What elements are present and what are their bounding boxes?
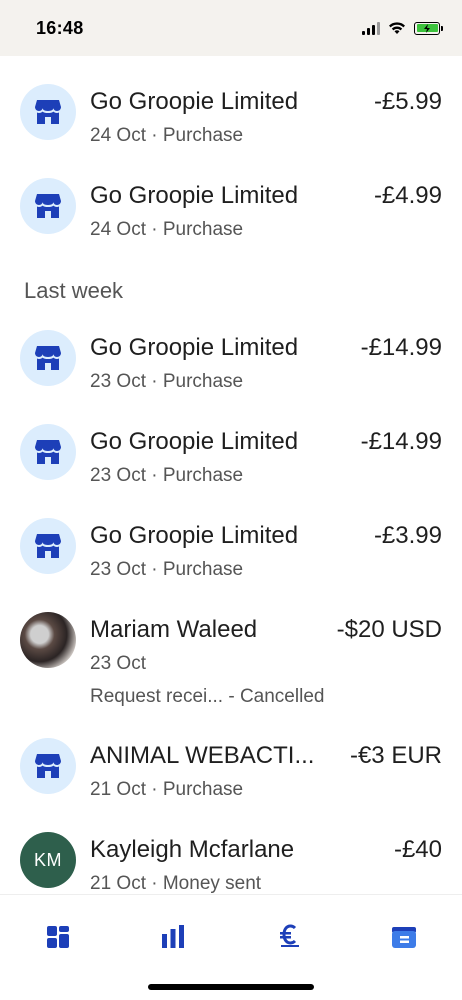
store-icon <box>20 424 76 480</box>
dashboard-icon <box>47 926 69 948</box>
merchant-name: Go Groopie Limited <box>90 182 299 209</box>
transaction-meta: 24 Oct · Purchase <box>90 219 244 240</box>
transaction-meta: 24 Oct · Purchase <box>90 125 244 146</box>
tab-insights[interactable] <box>153 921 193 953</box>
store-icon <box>20 330 76 386</box>
chart-icon <box>162 925 184 948</box>
transaction-row[interactable]: Go Groopie Limited -£3.99 23 Oct · Purch… <box>0 490 462 580</box>
transaction-amount: -£40 <box>393 836 442 863</box>
tab-payments[interactable] <box>270 921 310 953</box>
contact-name: Mariam Waleed <box>90 616 258 643</box>
transaction-meta: 23 Oct · Purchase <box>90 371 244 392</box>
merchant-name: Go Groopie Limited <box>90 522 299 549</box>
transaction-amount: -£4.99 <box>373 182 442 209</box>
store-icon <box>20 738 76 794</box>
transaction-row[interactable]: Go Groopie Limited -£14.99 23 Oct · Purc… <box>0 302 462 392</box>
merchant-name: Go Groopie Limited <box>90 428 299 455</box>
transaction-amount: -£14.99 <box>360 334 442 361</box>
transaction-meta: 23 Oct <box>90 653 146 674</box>
transaction-row[interactable]: Go Groopie Limited -£5.99 24 Oct · Purch… <box>0 56 462 146</box>
transaction-amount: -£3.99 <box>373 522 442 549</box>
home-indicator <box>148 984 314 990</box>
currency-icon <box>280 924 299 947</box>
store-icon <box>20 518 76 574</box>
transaction-meta: 23 Oct · Purchase <box>90 559 244 580</box>
contact-photo-avatar <box>20 612 76 668</box>
transaction-row[interactable]: Mariam Waleed -$20 USD 23 Oct Request re… <box>0 584 462 707</box>
transaction-list: Go Groopie Limited -£5.99 24 Oct · Purch… <box>0 56 462 894</box>
transaction-meta: 21 Oct · Money sent <box>90 873 262 894</box>
wallet-icon <box>392 927 416 948</box>
store-icon <box>20 84 76 140</box>
merchant-name: Go Groopie Limited <box>90 88 299 115</box>
merchant-name: Go Groopie Limited <box>90 334 299 361</box>
transaction-row[interactable]: Go Groopie Limited -£14.99 23 Oct · Purc… <box>0 396 462 486</box>
section-header-last-week: Last week <box>24 278 124 303</box>
transaction-meta: 23 Oct · Purchase <box>90 465 244 486</box>
battery-icon <box>414 21 443 35</box>
merchant-name: ANIMAL WEBACTI... <box>90 742 315 769</box>
signal-icon <box>362 21 380 35</box>
store-icon <box>20 178 76 234</box>
tab-home[interactable] <box>38 921 78 953</box>
contact-initials-avatar: KM <box>20 832 76 888</box>
contact-name: Kayleigh Mcfarlane <box>90 836 295 863</box>
wifi-icon <box>389 22 405 34</box>
transaction-amount: -£14.99 <box>360 428 442 455</box>
transaction-row[interactable]: KM Kayleigh Mcfarlane -£40 21 Oct · Mone… <box>0 804 462 894</box>
transaction-meta: 21 Oct · Purchase <box>90 779 244 800</box>
status-time: 16:48 <box>36 17 84 38</box>
status-icons <box>362 21 443 35</box>
transaction-amount: -€3 EUR <box>349 742 442 769</box>
status-bar: 16:48 <box>0 0 462 56</box>
transaction-row[interactable]: ANIMAL WEBACTI... -€3 EUR 21 Oct · Purch… <box>0 710 462 800</box>
transaction-row[interactable]: Go Groopie Limited -£4.99 24 Oct · Purch… <box>0 150 462 240</box>
transaction-amount: -$20 USD <box>336 616 442 643</box>
tab-wallet[interactable] <box>384 921 424 953</box>
transaction-status: Request recei... - Cancelled <box>90 686 325 707</box>
transaction-amount: -£5.99 <box>373 88 442 115</box>
